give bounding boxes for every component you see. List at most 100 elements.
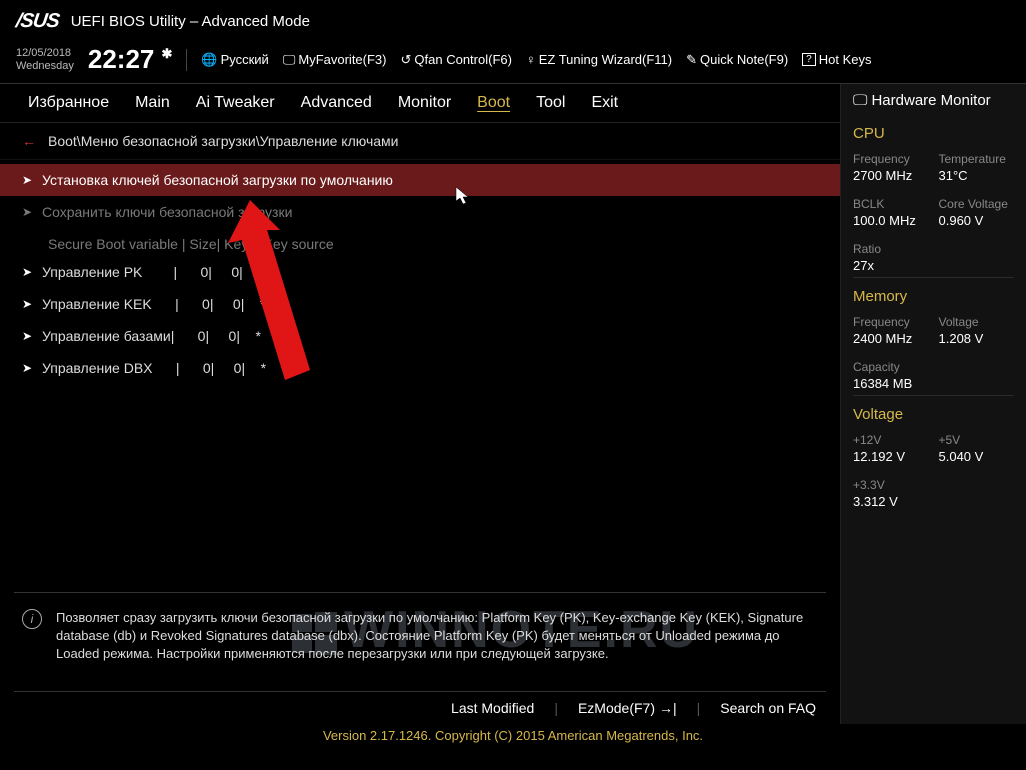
tab-aitweaker[interactable]: Ai Tweaker (196, 94, 275, 112)
info-icon: i (22, 609, 42, 629)
v33-label: +3.3V (853, 478, 929, 492)
mem-volt-value: 1.208 V (939, 329, 1015, 346)
secure-boot-table-header: Secure Boot variable | Size| Key#| Key s… (0, 228, 840, 256)
tab-advanced[interactable]: Advanced (301, 94, 372, 112)
gear-icon[interactable]: ✱ (161, 46, 172, 62)
menu-manage-dbx[interactable]: ➤ Управление DBX | 0| 0| * (0, 352, 840, 384)
menu-manage-kek[interactable]: ➤ Управление KEK | 0| 0| * (0, 288, 840, 320)
menu-item-label: Управление базами| 0| 0| * (42, 328, 261, 344)
qfan-link[interactable]: ↺Qfan Control(F6) (401, 52, 512, 68)
chevron-right-icon: ➤ (22, 329, 34, 343)
menu-manage-pk[interactable]: ➤ Управление PK | 0| 0| * (0, 256, 840, 288)
chevron-right-icon: ➤ (22, 361, 34, 375)
vcore-value: 0.960 V (939, 211, 1015, 228)
v33-value: 3.312 V (853, 492, 929, 509)
tab-tool[interactable]: Tool (536, 94, 565, 112)
separator (186, 49, 187, 71)
copyright-footer: Version 2.17.1246. Copyright (C) 2015 Am… (0, 724, 1026, 753)
mem-freq-label: Frequency (853, 315, 929, 329)
tab-favorites[interactable]: Избранное (28, 94, 109, 112)
menu-item-label: Управление KEK | 0| 0| * (42, 296, 265, 312)
app-title: UEFI BIOS Utility – Advanced Mode (71, 13, 310, 30)
datetime-block: 12/05/2018 Wednesday (16, 47, 74, 71)
tab-main[interactable]: Main (135, 94, 170, 112)
note-icon: ✎ (686, 52, 697, 68)
mem-freq-value: 2400 MHz (853, 329, 929, 346)
hw-title-text: Hardware Monitor (871, 92, 990, 109)
hw-monitor-title: 🖵 Hardware Monitor (853, 92, 1014, 117)
menu-item-label: Установка ключей безопасной загрузки по … (42, 172, 393, 188)
toolbar-links: 🌐 Русский 🖵MyFavorite(F3) ↺Qfan Control(F… (201, 52, 871, 68)
bclk-value: 100.0 MHz (853, 211, 929, 228)
brand-logo: /SUS (16, 10, 59, 33)
mem-cap-label: Capacity (853, 360, 929, 374)
date-text: 12/05/2018 (16, 47, 74, 59)
hotkeys-link[interactable]: ?Hot Keys (802, 52, 871, 67)
last-modified-link[interactable]: Last Modified (451, 700, 534, 716)
menu-install-default-keys[interactable]: ➤ Установка ключей безопасной загрузки п… (0, 164, 840, 196)
quicknote-label: Quick Note(F9) (700, 52, 788, 67)
hotkeys-label: Hot Keys (819, 52, 872, 67)
cpu-freq-label: Frequency (853, 152, 929, 166)
menu-manage-db[interactable]: ➤ Управление базами| 0| 0| * (0, 320, 840, 352)
monitor-icon: 🖵 (853, 92, 867, 109)
quicknote-link[interactable]: ✎Quick Note(F9) (686, 52, 788, 68)
myfavorite-label: MyFavorite(F3) (298, 52, 386, 67)
separator: | (697, 700, 701, 716)
screen-icon: 🖵 (283, 52, 296, 68)
section-cpu: CPU (853, 121, 1014, 148)
app-header: /SUS UEFI BIOS Utility – Advanced Mode (0, 0, 1026, 42)
clock-display[interactable]: 22:27 ✱ (88, 44, 173, 75)
bulb-icon: ♀ (526, 52, 536, 67)
v12-label: +12V (853, 433, 929, 447)
cpu-freq-value: 2700 MHz (853, 166, 929, 183)
main-nav-tabs: Избранное Main Ai Tweaker Advanced Monit… (0, 84, 840, 123)
section-voltage: Voltage (853, 395, 1014, 429)
ratio-label: Ratio (853, 242, 929, 256)
exit-icon: →| (659, 700, 677, 716)
cpu-temp-value: 31°C (939, 166, 1015, 183)
help-text: Позволяет сразу загрузить ключи безопасн… (56, 609, 818, 664)
globe-icon: 🌐 (201, 52, 217, 68)
chevron-right-icon: ➤ (22, 173, 34, 187)
tab-boot[interactable]: Boot (477, 94, 510, 112)
language-label: Русский (221, 52, 269, 67)
question-icon: ? (802, 53, 816, 66)
breadcrumb: ← Boot\Меню безопасной загрузки\Управлен… (0, 123, 840, 160)
ratio-value: 27x (853, 256, 929, 273)
language-selector[interactable]: 🌐 Русский (201, 52, 268, 68)
back-arrow-icon[interactable]: ← (22, 133, 36, 149)
menu-item-label: Управление PK | 0| 0| * (42, 264, 264, 280)
breadcrumb-path: Boot\Меню безопасной загрузки\Управление… (48, 133, 398, 149)
vcore-label: Core Voltage (939, 197, 1015, 211)
ezmode-link[interactable]: EzMode(F7) →| (578, 700, 677, 716)
v5-value: 5.040 V (939, 447, 1015, 464)
cpu-temp-label: Temperature (939, 152, 1015, 166)
search-faq-link[interactable]: Search on FAQ (720, 700, 816, 716)
menu-save-secure-keys: ➤ Сохранить ключи безопасной загрузки (0, 196, 840, 228)
ezmode-label: EzMode(F7) (578, 700, 655, 716)
mem-cap-value: 16384 MB (853, 374, 929, 391)
brand-logo-text: /SUS (14, 10, 60, 33)
eztune-link[interactable]: ♀EZ Tuning Wizard(F11) (526, 52, 672, 67)
v12-value: 12.192 V (853, 447, 929, 464)
qfan-label: Qfan Control(F6) (414, 52, 512, 67)
menu-item-label: Управление DBX | 0| 0| * (42, 360, 266, 376)
tab-monitor[interactable]: Monitor (398, 94, 451, 112)
fan-icon: ↺ (401, 52, 412, 68)
v5-label: +5V (939, 433, 1015, 447)
chevron-right-icon: ➤ (22, 297, 34, 311)
time-text: 22:27 (88, 44, 155, 74)
content-area: ➤ Установка ключей безопасной загрузки п… (0, 160, 840, 592)
mem-volt-label: Voltage (939, 315, 1015, 329)
bclk-label: BCLK (853, 197, 929, 211)
weekday-text: Wednesday (16, 60, 74, 72)
help-panel: i Позволяет сразу загрузить ключи безопа… (14, 592, 826, 692)
footer-links: Last Modified | EzMode(F7) →| | Search o… (0, 692, 840, 724)
section-memory: Memory (853, 277, 1014, 311)
chevron-right-icon: ➤ (22, 205, 34, 219)
myfavorite-link[interactable]: 🖵MyFavorite(F3) (283, 52, 387, 68)
top-toolbar: 12/05/2018 Wednesday 22:27 ✱ 🌐 Русский 🖵M… (0, 42, 1026, 84)
separator: | (554, 700, 558, 716)
tab-exit[interactable]: Exit (591, 94, 618, 112)
